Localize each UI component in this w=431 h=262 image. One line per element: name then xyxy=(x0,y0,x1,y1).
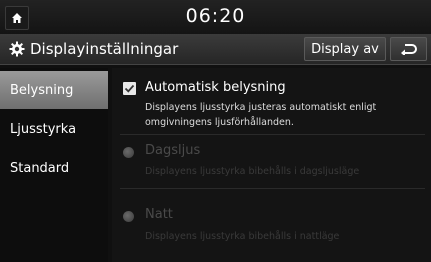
title-bar: Displayinställningar Display av xyxy=(0,34,431,65)
display-settings-screen: 06:20 Displayinställningar Display av Be… xyxy=(0,0,431,262)
clock: 06:20 xyxy=(185,5,246,27)
back-icon xyxy=(400,44,417,55)
night-desc: Displayens ljusstyrka bibehålls i nattlä… xyxy=(145,231,340,242)
back-button[interactable] xyxy=(390,37,427,61)
night-radio[interactable] xyxy=(123,211,134,222)
night-label[interactable]: Natt xyxy=(145,207,173,222)
gear-icon xyxy=(9,41,25,57)
belysning-panel: Automatisk belysning Displayens ljusstyr… xyxy=(112,68,431,262)
daylight-desc: Displayens ljusstyrka bibehålls i dagslj… xyxy=(145,166,360,177)
settings-menu: Belysning Ljusstyrka Standard xyxy=(0,68,108,262)
auto-lighting-desc-line2: omgivningens ljusförhållanden. xyxy=(145,117,294,128)
menu-item-standard[interactable]: Standard xyxy=(0,149,108,187)
status-bar: 06:20 xyxy=(0,0,431,35)
menu-item-belysning[interactable]: Belysning xyxy=(0,71,108,109)
menu-item-ljusstyrka[interactable]: Ljusstyrka xyxy=(0,110,108,148)
check-icon xyxy=(124,84,135,93)
daylight-radio[interactable] xyxy=(123,147,134,158)
divider xyxy=(120,134,425,135)
divider xyxy=(120,188,425,189)
auto-lighting-checkbox[interactable] xyxy=(123,82,136,95)
auto-lighting-label[interactable]: Automatisk belysning xyxy=(145,80,286,95)
daylight-label[interactable]: Dagsljus xyxy=(145,143,200,158)
display-off-button[interactable]: Display av xyxy=(304,37,386,61)
auto-lighting-desc-line1: Displayens ljusstyrka justeras automatis… xyxy=(145,102,377,113)
page-title: Displayinställningar xyxy=(30,40,179,58)
